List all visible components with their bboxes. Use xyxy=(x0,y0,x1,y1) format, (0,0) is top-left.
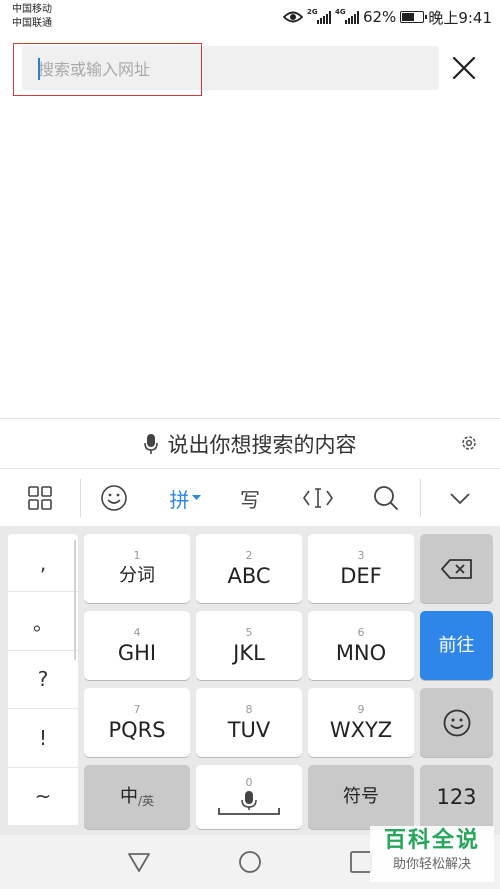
space-key[interactable]: 0 xyxy=(196,765,302,829)
chevron-down-icon xyxy=(450,493,470,505)
key-4[interactable]: 4 GHI xyxy=(84,611,190,680)
caret-down-icon xyxy=(191,495,201,500)
backspace-icon xyxy=(440,558,472,579)
punctuation-column[interactable]: , 。 ? ! ~ xyxy=(8,534,78,826)
battery-percent: 62% xyxy=(362,8,397,26)
language-switch-key[interactable]: 中 /英 xyxy=(84,765,190,829)
punct-key[interactable]: ! xyxy=(8,709,78,768)
clock: 晚上9:41 xyxy=(428,8,492,27)
voice-prompt[interactable]: 说出你想搜索的内容 xyxy=(0,419,500,469)
carrier-2: 中国联通 xyxy=(12,18,52,29)
punct-key[interactable]: ? xyxy=(8,651,78,710)
key-2[interactable]: 2 ABC xyxy=(196,534,302,603)
key-6[interactable]: 6 MNO xyxy=(308,611,414,680)
signal-icon-2: 4G xyxy=(335,8,359,24)
backspace-button[interactable] xyxy=(420,534,493,603)
emoji-button[interactable] xyxy=(94,469,134,527)
collapse-keyboard-button[interactable] xyxy=(440,469,480,527)
handwrite-label: 写 xyxy=(240,487,260,512)
symbols-key[interactable]: 符号 xyxy=(308,765,414,829)
home-circle-icon[interactable] xyxy=(237,849,263,875)
punct-key[interactable]: ~ xyxy=(8,768,78,826)
search-icon xyxy=(374,486,398,510)
status-icons: 2G 4G 62% 晚上9:41 xyxy=(282,6,492,28)
watermark: 百科全说 助你轻松解决 xyxy=(370,826,494,882)
battery-icon xyxy=(400,11,428,23)
pinyin-mode-button[interactable]: 拼 xyxy=(160,469,210,527)
eye-icon xyxy=(282,11,303,23)
emoji-key[interactable] xyxy=(420,688,493,757)
carrier-info: 中国移动 中国联通 xyxy=(12,3,52,31)
voice-label: 说出你想搜索的内容 xyxy=(167,433,357,457)
key-3[interactable]: 3 DEF xyxy=(308,534,414,603)
carrier-1: 中国移动 xyxy=(12,4,52,15)
close-icon[interactable] xyxy=(448,52,480,84)
microphone-icon xyxy=(143,434,158,454)
punct-key[interactable]: 。 xyxy=(8,592,78,651)
numbers-key[interactable]: 123 xyxy=(420,765,493,829)
back-triangle-icon[interactable] xyxy=(126,849,152,875)
watermark-title: 百科全说 xyxy=(383,828,480,853)
smiley-icon xyxy=(443,709,470,736)
cursor-move-button[interactable] xyxy=(298,469,338,527)
handwrite-button[interactable]: 写 xyxy=(230,469,270,527)
key-1[interactable]: 1 分词 xyxy=(84,534,190,603)
pinyin-label: 拼 xyxy=(169,487,190,512)
grid-icon xyxy=(28,486,52,510)
keyboard: , 。 ? ! ~ 1 分词 2 ABC 3 DEF 4 GHI 5 JKL 6… xyxy=(0,526,500,835)
space-microphone-icon xyxy=(218,791,280,815)
keyboard-toolbar: 拼 写 xyxy=(0,468,500,526)
watermark-subtitle: 助你轻松解决 xyxy=(392,857,471,872)
toolbar-divider xyxy=(420,479,421,517)
status-bar: 中国移动 中国联通 2G 4G 62% 晚上9:41 xyxy=(0,0,500,34)
search-button[interactable] xyxy=(366,469,406,527)
toolbar-divider xyxy=(80,479,81,517)
punct-scrollbar[interactable] xyxy=(74,540,76,660)
smiley-icon xyxy=(101,485,127,511)
key-8[interactable]: 8 TUV xyxy=(196,688,302,757)
voice-input-bar[interactable]: 说出你想搜索的内容 xyxy=(0,418,500,468)
key-7[interactable]: 7 PQRS xyxy=(84,688,190,757)
punct-key[interactable]: , xyxy=(8,534,78,593)
key-5[interactable]: 5 JKL xyxy=(196,611,302,680)
key-9[interactable]: 9 WXYZ xyxy=(308,688,414,757)
apps-button[interactable] xyxy=(20,469,60,527)
signal-icon-1: 2G xyxy=(307,8,331,24)
go-button[interactable]: 前往 xyxy=(420,611,493,680)
text-cursor-icon xyxy=(303,488,333,508)
highlight-box xyxy=(13,43,202,96)
gear-icon[interactable] xyxy=(460,434,478,452)
